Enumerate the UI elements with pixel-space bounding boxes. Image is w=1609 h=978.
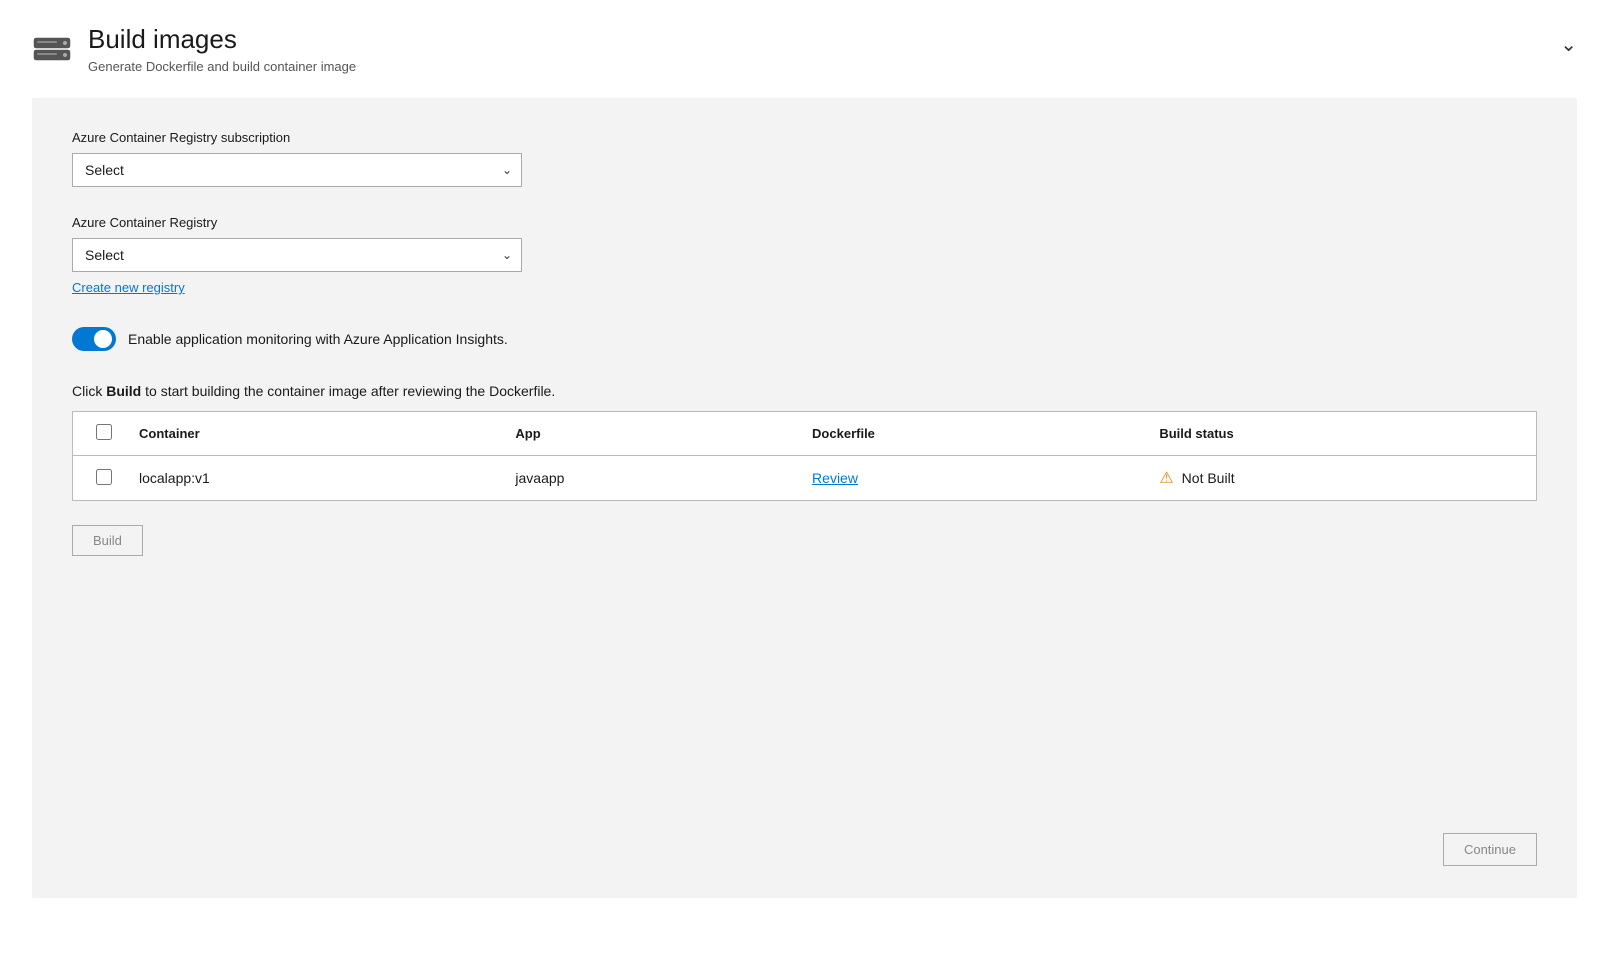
registry-select-wrapper: Select ⌄ <box>72 238 522 272</box>
registry-select[interactable]: Select <box>72 238 522 272</box>
toggle-label: Enable application monitoring with Azure… <box>128 331 508 347</box>
row-checkbox-cell <box>73 456 123 501</box>
registry-label: Azure Container Registry <box>72 215 1537 230</box>
instruction-bold: Build <box>106 383 141 399</box>
table-row: localapp:v1 javaapp Review ⚠ Not Built <box>73 456 1536 501</box>
continue-button[interactable]: Continue <box>1443 833 1537 866</box>
collapse-icon[interactable]: ⌄ <box>1560 32 1577 57</box>
status-text: Not Built <box>1182 470 1235 486</box>
toggle-track <box>72 327 116 351</box>
build-status: ⚠ Not Built <box>1159 468 1520 488</box>
registry-group: Azure Container Registry Select ⌄ Create… <box>72 215 1537 295</box>
col-checkbox-header <box>73 412 123 456</box>
col-container-header: Container <box>123 412 499 456</box>
row-app-cell: javaapp <box>499 456 796 501</box>
containers-table-container: Container App Dockerfile Build status lo… <box>72 411 1537 501</box>
app-insights-toggle[interactable] <box>72 327 116 351</box>
warning-icon: ⚠ <box>1159 468 1173 488</box>
instruction-suffix: to start building the container image af… <box>141 383 555 399</box>
header-left: Build images Generate Dockerfile and bui… <box>32 24 356 74</box>
subscription-group: Azure Container Registry subscription Se… <box>72 130 1537 187</box>
row-container-cell: localapp:v1 <box>123 456 499 501</box>
containers-table: Container App Dockerfile Build status lo… <box>73 412 1536 500</box>
col-dockerfile-header: Dockerfile <box>796 412 1143 456</box>
row-dockerfile-cell: Review <box>796 456 1143 501</box>
page-subtitle: Generate Dockerfile and build container … <box>88 59 356 74</box>
page-title: Build images <box>88 24 356 55</box>
server-icon <box>32 28 72 68</box>
build-instruction: Click Build to start building the contai… <box>72 383 1537 399</box>
select-all-checkbox[interactable] <box>96 424 112 440</box>
col-app-header: App <box>499 412 796 456</box>
table-header-row: Container App Dockerfile Build status <box>73 412 1536 456</box>
col-buildstatus-header: Build status <box>1143 412 1536 456</box>
subscription-select[interactable]: Select <box>72 153 522 187</box>
toggle-thumb <box>94 330 112 348</box>
header-text: Build images Generate Dockerfile and bui… <box>88 24 356 74</box>
create-registry-link[interactable]: Create new registry <box>72 280 185 295</box>
subscription-select-wrapper: Select ⌄ <box>72 153 522 187</box>
main-panel: Azure Container Registry subscription Se… <box>32 98 1577 898</box>
page-header: Build images Generate Dockerfile and bui… <box>0 0 1609 90</box>
review-link[interactable]: Review <box>812 470 858 486</box>
subscription-label: Azure Container Registry subscription <box>72 130 1537 145</box>
build-button[interactable]: Build <box>72 525 143 556</box>
instruction-prefix: Click <box>72 383 106 399</box>
row-buildstatus-cell: ⚠ Not Built <box>1143 456 1536 501</box>
row-checkbox[interactable] <box>96 469 112 485</box>
toggle-section: Enable application monitoring with Azure… <box>72 327 1537 351</box>
